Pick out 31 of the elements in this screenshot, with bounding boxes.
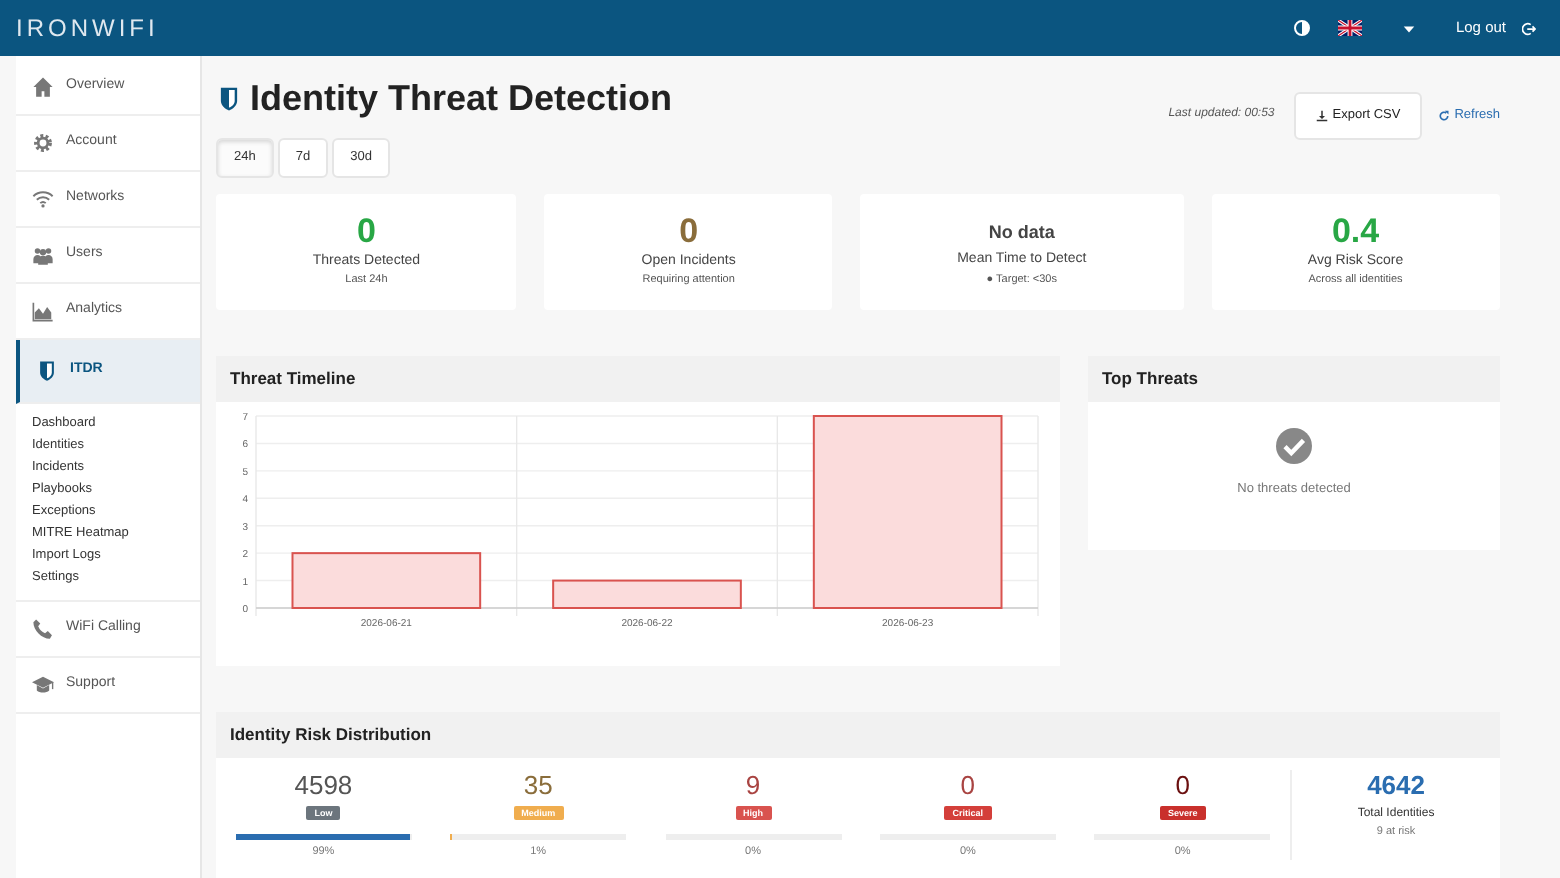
area-chart-icon: [32, 300, 54, 322]
flag-icon[interactable]: [1337, 20, 1362, 36]
shield-icon: [36, 360, 58, 382]
risk-count: 9: [743, 769, 763, 801]
card-title: Identity Risk Distribution: [216, 711, 1500, 757]
shield-icon: [216, 84, 242, 114]
download-icon: [1316, 109, 1329, 122]
stat-value: 0: [677, 214, 701, 252]
card-title: Threat Timeline: [216, 355, 1060, 401]
stat-value: 0: [354, 214, 378, 252]
check-circle-icon: [1276, 427, 1312, 463]
home-icon: [32, 76, 54, 98]
risk-count: 0: [958, 769, 978, 801]
refresh-icon: [1438, 109, 1451, 122]
card-title: Top Threats: [1088, 355, 1500, 401]
caret-icon[interactable]: [1401, 21, 1416, 35]
logo[interactable]: IRONWIFI: [16, 10, 159, 46]
stat-value: 0.4: [1329, 214, 1382, 252]
risk-count: 4598: [292, 769, 355, 801]
total-count: 4642: [1365, 769, 1427, 801]
logout-icon[interactable]: [1522, 21, 1536, 35]
gear-icon: [32, 132, 54, 154]
stat-value: No data: [986, 220, 1057, 247]
users-icon: [32, 244, 54, 266]
phone-icon: [32, 618, 54, 640]
page-title: Identity Threat Detection: [250, 76, 673, 122]
graduation-cap-icon: [32, 674, 54, 696]
wifi-icon: [32, 188, 54, 210]
risk-count: 35: [521, 769, 555, 801]
contrast-icon[interactable]: [1293, 20, 1310, 36]
risk-count: 0: [1173, 769, 1192, 801]
